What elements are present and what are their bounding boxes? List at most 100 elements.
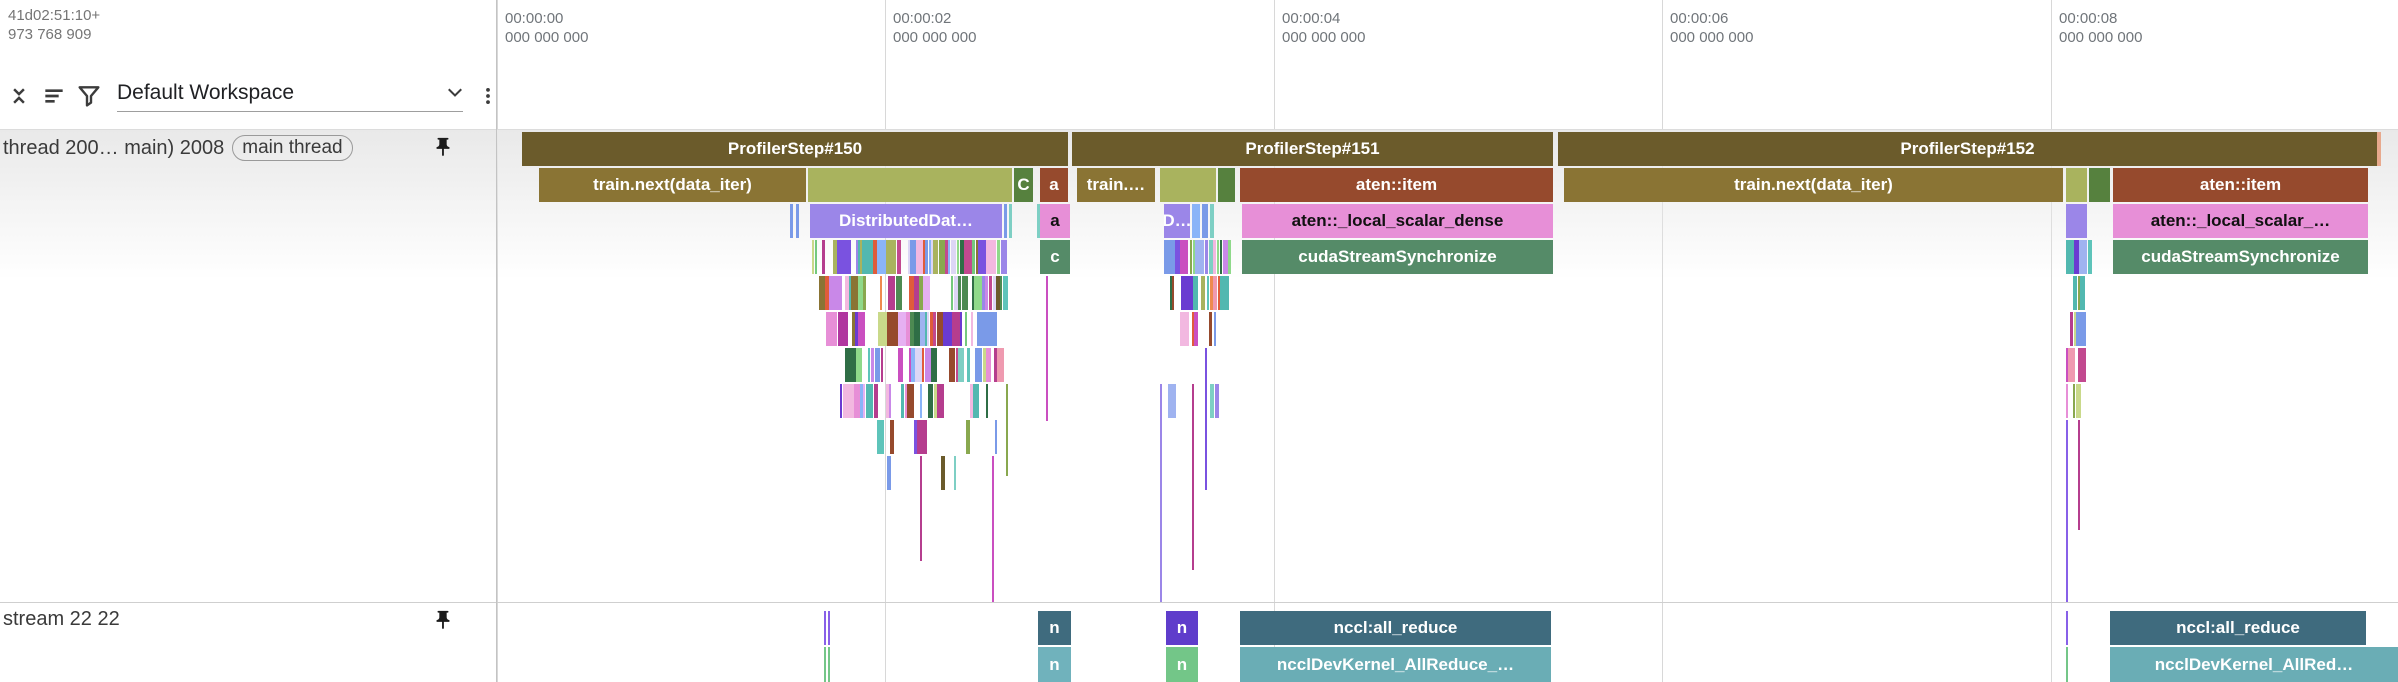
- flame-slice[interactable]: [973, 384, 979, 418]
- flame-slice[interactable]: [858, 312, 865, 346]
- flame-slice[interactable]: [2079, 240, 2087, 274]
- flame-slice[interactable]: [875, 348, 880, 382]
- flame-slice[interactable]: [840, 384, 842, 418]
- flame-slice[interactable]: [2066, 420, 2068, 603]
- slice[interactable]: [1160, 168, 1216, 202]
- slice[interactable]: [2066, 168, 2087, 202]
- flame-slice[interactable]: [863, 384, 865, 418]
- flame-slice[interactable]: [889, 384, 891, 418]
- flame-slice[interactable]: [997, 240, 1000, 274]
- flame-slice[interactable]: [2078, 420, 2080, 530]
- slice[interactable]: [1192, 204, 1200, 238]
- slice[interactable]: aten::item: [1240, 168, 1553, 202]
- flame-slice[interactable]: [1194, 312, 1198, 346]
- flame-slice[interactable]: [951, 276, 953, 310]
- slice[interactable]: [1009, 204, 1012, 238]
- flame-slice[interactable]: [987, 312, 997, 346]
- pin-icon[interactable]: [432, 609, 454, 631]
- flame-slice[interactable]: [917, 420, 927, 454]
- slice[interactable]: C: [1014, 168, 1033, 202]
- slice[interactable]: train.…: [1077, 168, 1155, 202]
- flame-slice[interactable]: [2068, 348, 2075, 382]
- slice[interactable]: ncclDevKernel_AllRed…: [2110, 647, 2398, 682]
- flame-slice[interactable]: [812, 240, 814, 274]
- flame-slice[interactable]: [997, 348, 1004, 382]
- flame-slice[interactable]: [1195, 240, 1204, 274]
- workspace-selector[interactable]: Default Workspace: [117, 81, 463, 112]
- flame-slice[interactable]: [874, 384, 878, 418]
- flame-slice[interactable]: [957, 240, 959, 274]
- slice[interactable]: train.next(data_iter): [1564, 168, 2063, 202]
- flame-slice[interactable]: [843, 384, 854, 418]
- flame-slice[interactable]: [2073, 384, 2075, 418]
- flame-slice[interactable]: [916, 240, 923, 274]
- flame-slice[interactable]: [2088, 240, 2092, 274]
- flame-slice[interactable]: [966, 420, 970, 454]
- flame-slice[interactable]: [1046, 276, 1048, 421]
- slice[interactable]: n: [1038, 611, 1071, 645]
- flame-slice[interactable]: [977, 312, 987, 346]
- flame-slice[interactable]: [1201, 276, 1205, 310]
- sort-tracks-icon[interactable]: [41, 83, 67, 109]
- slice[interactable]: D…: [1164, 204, 1190, 238]
- slice[interactable]: [824, 611, 826, 645]
- slice[interactable]: nccl:all_reduce: [1240, 611, 1551, 645]
- flame-slice[interactable]: [2076, 312, 2086, 346]
- flame-slice[interactable]: [838, 312, 848, 346]
- flame-slice[interactable]: [2073, 276, 2077, 310]
- flame-slice[interactable]: [845, 348, 856, 382]
- pin-icon[interactable]: [432, 136, 454, 158]
- flame-slice[interactable]: [1214, 312, 1216, 346]
- flame-slice[interactable]: [1172, 276, 1174, 310]
- flame-slice[interactable]: [1217, 240, 1219, 274]
- flame-slice[interactable]: [1181, 276, 1193, 310]
- flame-slice[interactable]: [1213, 276, 1217, 310]
- slice[interactable]: [1218, 168, 1235, 202]
- slice[interactable]: [1004, 204, 1007, 238]
- flame-slice[interactable]: [915, 348, 922, 382]
- flame-slice[interactable]: [927, 312, 929, 346]
- flame-slice[interactable]: [985, 276, 988, 310]
- slice[interactable]: aten::_local_scalar_…: [2113, 204, 2368, 238]
- flame-slice[interactable]: [949, 348, 955, 382]
- flame-slice[interactable]: [877, 420, 884, 454]
- flame-slice[interactable]: [837, 240, 851, 274]
- flame-slice[interactable]: [941, 456, 945, 490]
- collapse-tracks-icon[interactable]: [6, 83, 32, 109]
- flame-slice[interactable]: [888, 276, 895, 310]
- slice[interactable]: aten::_local_scalar_dense: [1242, 204, 1553, 238]
- flame-slice[interactable]: [901, 384, 904, 418]
- filter-icon[interactable]: [76, 83, 102, 109]
- flame-slice[interactable]: [1215, 384, 1219, 418]
- flame-slice[interactable]: [907, 384, 914, 418]
- slice[interactable]: ProfilerStep#151: [1072, 132, 1553, 166]
- flame-slice[interactable]: [965, 312, 967, 346]
- slice[interactable]: [796, 204, 799, 238]
- thread-track-label[interactable]: thread 200… main) 2008 main thread: [3, 135, 353, 161]
- flame-slice[interactable]: [933, 312, 936, 346]
- flame-slice[interactable]: [923, 276, 930, 310]
- flame-slice[interactable]: [933, 240, 938, 274]
- flame-slice[interactable]: [964, 240, 972, 274]
- flame-slice[interactable]: [1160, 384, 1162, 603]
- workspace-menu-icon[interactable]: [475, 83, 501, 109]
- flame-slice[interactable]: [1180, 312, 1189, 346]
- slice[interactable]: [828, 611, 830, 645]
- flame-slice[interactable]: [995, 420, 997, 454]
- flame-slice[interactable]: [972, 240, 975, 274]
- flame-slice[interactable]: [978, 240, 986, 274]
- flame-slice[interactable]: [974, 276, 982, 310]
- slice[interactable]: [1202, 204, 1208, 238]
- flame-slice[interactable]: [877, 240, 886, 274]
- slice[interactable]: [2066, 204, 2087, 238]
- flame-slice[interactable]: [1193, 276, 1198, 310]
- flame-slice[interactable]: [951, 240, 956, 274]
- flame-slice[interactable]: [868, 348, 870, 382]
- flame-slice[interactable]: [1001, 240, 1007, 274]
- slice[interactable]: DistributedDat…: [810, 204, 1002, 238]
- flame-slice[interactable]: [890, 420, 894, 454]
- flame-slice[interactable]: [958, 276, 961, 310]
- slice[interactable]: [2066, 647, 2068, 682]
- flame-slice[interactable]: [880, 276, 882, 310]
- slice[interactable]: [808, 168, 1012, 202]
